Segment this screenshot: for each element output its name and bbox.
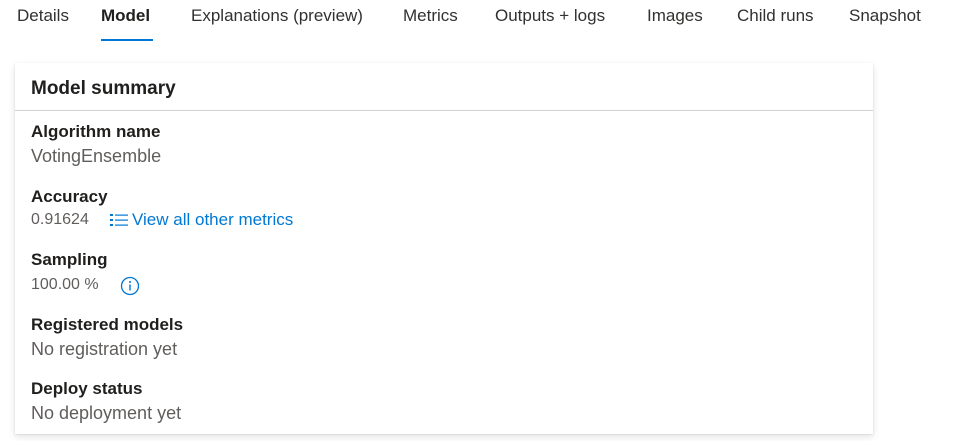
tab-bar: Details Model Explanations (preview) Met… <box>0 0 953 44</box>
tab-explanations[interactable]: Explanations (preview) <box>191 6 363 26</box>
tab-images[interactable]: Images <box>647 6 703 26</box>
accuracy-label: Accuracy <box>31 187 108 206</box>
active-tab-indicator <box>101 39 153 41</box>
registered-models-label: Registered models <box>31 315 184 334</box>
algorithm-name-label: Algorithm name <box>31 122 161 141</box>
card-divider <box>15 110 873 111</box>
sampling-value: 100.00 % <box>31 276 99 293</box>
view-all-metrics-label: View all other metrics <box>132 210 294 229</box>
model-summary-card: Model summary Algorithm name VotingEnsem… <box>15 63 873 434</box>
sampling-label: Sampling <box>31 250 108 269</box>
info-icon[interactable] <box>120 276 140 296</box>
tab-child-runs[interactable]: Child runs <box>737 6 814 26</box>
card-title: Model summary <box>31 78 176 99</box>
view-all-metrics-link[interactable]: View all other metrics <box>110 210 293 230</box>
bulleted-list-icon <box>110 214 128 226</box>
algorithm-name-value: VotingEnsemble <box>31 146 162 166</box>
tab-model[interactable]: Model <box>101 6 150 26</box>
deploy-status-label: Deploy status <box>31 379 143 398</box>
tab-details[interactable]: Details <box>17 6 69 26</box>
tab-snapshot[interactable]: Snapshot <box>849 6 921 26</box>
tab-outputs-logs[interactable]: Outputs + logs <box>495 6 605 26</box>
deploy-status-value: No deployment yet <box>31 403 182 423</box>
registered-models-value: No registration yet <box>31 339 178 359</box>
accuracy-value: 0.91624 <box>31 211 89 228</box>
tab-metrics[interactable]: Metrics <box>403 6 458 26</box>
